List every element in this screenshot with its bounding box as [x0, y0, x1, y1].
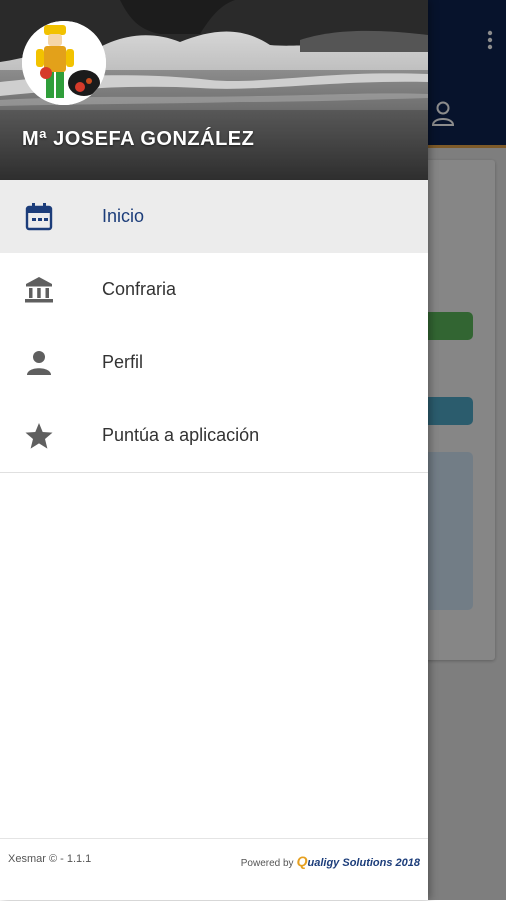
powered-by-label: Powered by [240, 858, 294, 869]
menu-item-perfil[interactable]: Perfil [0, 326, 428, 399]
brand-name: ualigy Solutions 2018 [307, 857, 420, 869]
user-name: Mª JOSEFA GONZÁLEZ [22, 128, 255, 150]
menu-item-inicio[interactable]: Inicio [0, 180, 428, 253]
drawer-footer: Xesmar © - 1.1.1 Powered by Qualigy Solu… [0, 838, 428, 901]
institution-icon [24, 276, 54, 304]
menu-item-confraria[interactable]: Confraria [0, 253, 428, 326]
menu-item-puntua[interactable]: Puntúa a aplicación [0, 399, 428, 472]
star-icon [24, 422, 54, 450]
menu-label-inicio: Inicio [102, 206, 145, 226]
powered-by-credit[interactable]: Powered by Qualigy Solutions 2018 [241, 853, 420, 869]
menu-label-puntua: Puntúa a aplicación [102, 425, 260, 445]
drawer-header: Mª JOSEFA GONZÁLEZ [0, 0, 428, 180]
drawer-menu: Inicio Confraria Perfil Puntúa a aplicac… [0, 180, 428, 473]
user-avatar[interactable] [22, 21, 106, 105]
menu-label-confraria: Confraria [102, 279, 177, 299]
person-icon [24, 349, 54, 377]
calendar-icon [24, 203, 54, 231]
menu-label-perfil: Perfil [102, 352, 144, 372]
app-version-text: Xesmar © - 1.1.1 [8, 853, 92, 865]
toy-figure-image [22, 21, 106, 105]
navigation-drawer: Mª JOSEFA GONZÁLEZ Inicio Confraria Perf… [0, 0, 428, 900]
brand-logo-initial: Q [296, 853, 308, 869]
